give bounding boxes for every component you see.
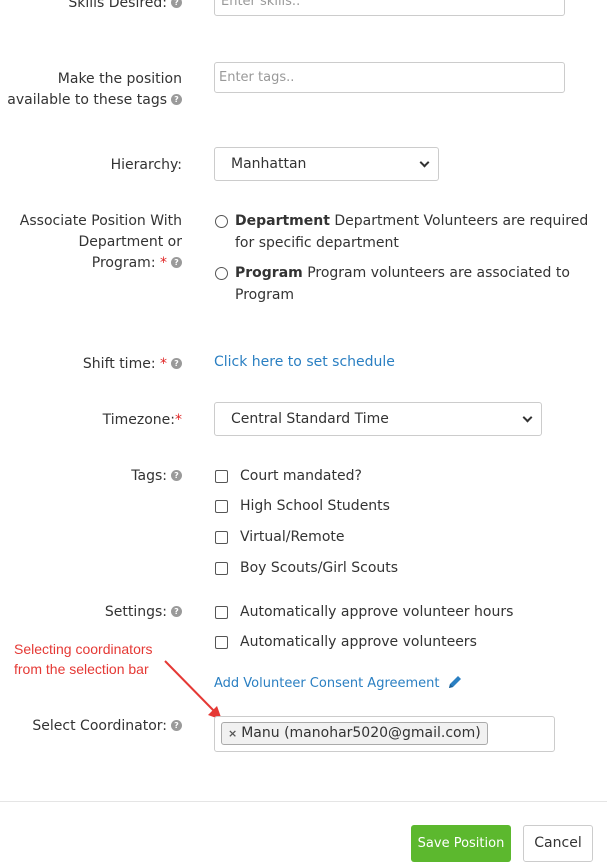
skills-placeholder: Enter skills.. [221,0,301,9]
checkbox-court-mandated[interactable] [215,470,228,483]
program-option-desc2: Program [235,287,295,303]
department-option-desc2: for specific department [235,235,399,251]
tags-availability-placeholder: Enter tags.. [219,70,295,85]
required-asterisk: * [175,412,182,428]
timezone-label: Timezone:* [103,410,182,431]
associate-label-line3: Program: [91,255,156,271]
associate-label: Associate Position With Department or Pr… [0,211,182,274]
chevron-down-icon [522,412,533,423]
radio-department[interactable] [215,215,228,228]
tag-option: Virtual/Remote [240,529,345,545]
shift-label-text: Shift time: [82,356,156,372]
coordinator-select[interactable]: × Manu (manohar5020@gmail.com) [214,716,555,752]
shift-label: Shift time: *? [83,354,182,375]
program-option-text: Program Program volunteers are associate… [235,262,595,306]
hierarchy-select[interactable]: Manhattan [214,147,439,181]
cancel-button[interactable]: Cancel [523,825,593,862]
tags-availability-label-line2-wrap: available to these tags? [0,90,182,111]
tags-availability-label: Make the position available to these tag… [0,69,182,111]
timezone-label-text: Timezone: [102,412,175,428]
checkbox-virtual-remote[interactable] [215,531,228,544]
tag-option: Court mandated? [240,468,362,484]
associate-label-line1: Associate Position With [19,213,182,229]
help-icon[interactable]: ? [171,0,182,8]
department-option-desc1: Department Volunteers are required [334,213,589,229]
tag-option: Boy Scouts/Girl Scouts [240,560,399,576]
radio-program[interactable] [215,267,228,280]
program-option-desc1: Program volunteers are associated to [307,265,570,281]
pencil-icon [448,676,461,688]
tag-option: High School Students [240,498,390,514]
coordinator-chip-text: Manu (manohar5020@gmail.com) [241,725,481,741]
hierarchy-label: Hierarchy: [110,157,182,173]
timezone-select[interactable]: Central Standard Time [214,402,542,436]
set-schedule-link[interactable]: Click here to set schedule [214,354,395,370]
associate-label-line2: Department or [78,234,183,250]
chip-remove-icon[interactable]: × [228,727,237,740]
required-asterisk: * [160,356,167,372]
program-option-title: Program [235,265,303,281]
department-option-title: Department [235,213,330,229]
associate-label-line3-wrap: Program: *? [0,253,182,274]
chevron-down-icon [419,157,430,168]
help-icon[interactable]: ? [171,469,182,481]
coordinator-label-text: Select Coordinator: [32,718,167,734]
coordinator-label: Select Coordinator:? [32,716,182,737]
annotation-text: Selecting coordinators from the selectio… [14,639,153,679]
department-option-line1-wrap: Department Department Volunteers are req… [235,210,595,232]
hierarchy-selected: Manhattan [231,156,307,172]
tags-availability-label-line1: Make the position [57,71,182,87]
skills-label-text: Skills Desired: [68,0,167,11]
department-option-text: Department Department Volunteers are req… [235,210,595,254]
skills-input[interactable]: Enter skills.. [214,0,565,16]
help-icon[interactable]: ? [171,357,182,369]
settings-label: Settings:? [105,602,182,623]
checkbox-high-school[interactable] [215,500,228,513]
setting-option: Automatically approve volunteer hours [240,604,514,620]
help-icon[interactable]: ? [171,605,182,617]
tags-availability-input[interactable]: Enter tags.. [214,62,565,93]
settings-label-text: Settings: [104,604,167,620]
help-icon[interactable]: ? [171,256,182,268]
tags-availability-label-line2: available to these tags [7,92,167,108]
footer-divider [0,801,607,802]
checkbox-approve-hours[interactable] [215,606,228,619]
checkbox-approve-volunteers[interactable] [215,636,228,649]
tags-label-text: Tags: [131,468,167,484]
checkbox-boy-girl-scouts[interactable] [215,562,228,575]
help-icon[interactable]: ? [171,93,182,105]
annotation-line2: from the selection bar [14,661,149,677]
skills-label: Skills Desired:? [68,0,182,14]
help-icon[interactable]: ? [171,719,182,731]
consent-agreement-link[interactable]: Add Volunteer Consent Agreement [214,674,463,691]
program-option-line1-wrap: Program Program volunteers are associate… [235,262,595,284]
save-position-button[interactable]: Save Position [411,825,511,862]
consent-agreement-text: Add Volunteer Consent Agreement [214,676,440,691]
tags-label: Tags:? [131,466,182,487]
coordinator-chip: × Manu (manohar5020@gmail.com) [221,722,488,745]
required-asterisk: * [160,255,167,271]
timezone-selected: Central Standard Time [231,411,389,427]
annotation-line1: Selecting coordinators [14,641,153,657]
setting-option: Automatically approve volunteers [240,634,477,650]
